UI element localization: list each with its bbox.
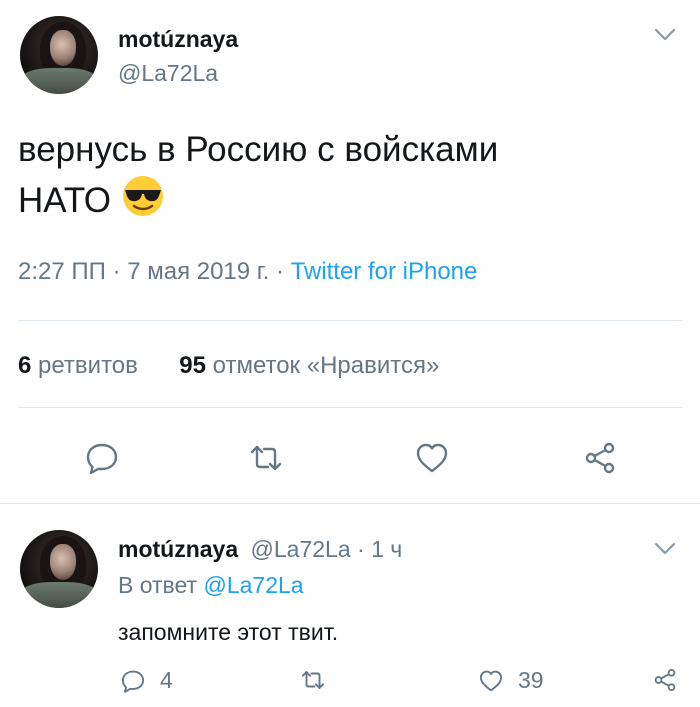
reply-chevron-down-icon[interactable] <box>650 538 680 558</box>
reply-icon <box>121 670 145 693</box>
tweet-text-line2: НАТО <box>18 181 111 220</box>
like-count: 39 <box>518 667 544 693</box>
divider <box>18 320 682 321</box>
likes-count: 95 <box>179 352 206 379</box>
reply-reply-button[interactable]: 4 <box>120 667 173 694</box>
divider <box>18 407 682 408</box>
display-name[interactable]: motúznaya <box>118 26 238 53</box>
divider <box>0 503 700 504</box>
avatar-shoulder <box>20 582 98 608</box>
avatar-face <box>49 30 77 66</box>
reply-prefix: В ответ <box>118 572 204 598</box>
retweets-count: 6 <box>18 352 32 379</box>
reply-display-name[interactable]: motúznaya <box>118 536 238 562</box>
likes-stat[interactable]: 95 отметок «Нравится» <box>179 352 439 379</box>
reply-like-button[interactable]: 39 <box>478 667 544 694</box>
retweet-icon[interactable] <box>248 440 284 476</box>
sunglasses-emoji-icon <box>121 174 165 218</box>
chevron-down-icon[interactable] <box>650 24 680 44</box>
reply-count: 4 <box>160 667 173 693</box>
tweet-text: вернусь в Россию с войсками НАТО <box>18 126 658 225</box>
tweet-text-line1: вернусь в Россию с войсками <box>18 130 499 169</box>
reply-icon[interactable] <box>84 440 120 476</box>
like-heart-icon[interactable] <box>414 440 450 476</box>
avatar[interactable] <box>20 16 98 94</box>
likes-label: отметок «Нравится» <box>212 352 440 379</box>
reply-text: запомните этот твит. <box>118 619 339 645</box>
tweet-timestamp[interactable]: 2:27 ПП · 7 мая 2019 г. · <box>18 258 291 285</box>
reply-avatar[interactable] <box>20 530 98 608</box>
retweets-label: ретвитов <box>38 352 138 379</box>
share-icon <box>654 668 676 692</box>
avatar-shoulder <box>20 68 98 94</box>
tweet-source-link[interactable]: Twitter for iPhone <box>291 258 478 285</box>
user-handle[interactable]: @La72La <box>118 60 218 87</box>
tweet-meta: 2:27 ПП · 7 мая 2019 г. · Twitter for iP… <box>18 258 477 286</box>
reply-retweet-button[interactable] <box>300 667 340 693</box>
tweet-stats: 6 ретвитов 95 отметок «Нравится» <box>18 352 439 380</box>
share-icon[interactable] <box>582 440 618 476</box>
reply-header: motúznaya @La72La · 1 ч <box>118 536 402 563</box>
reply-handle-time[interactable]: @La72La · 1 ч <box>251 536 403 562</box>
avatar-face <box>49 544 77 580</box>
reply-to-handle-link[interactable]: @La72La <box>203 572 303 598</box>
reply-to-line: В ответ @La72La <box>118 572 304 599</box>
like-heart-icon <box>479 670 503 691</box>
reply-share-button[interactable] <box>652 667 692 693</box>
retweets-stat[interactable]: 6 ретвитов <box>18 352 138 379</box>
retweet-icon <box>301 671 325 689</box>
